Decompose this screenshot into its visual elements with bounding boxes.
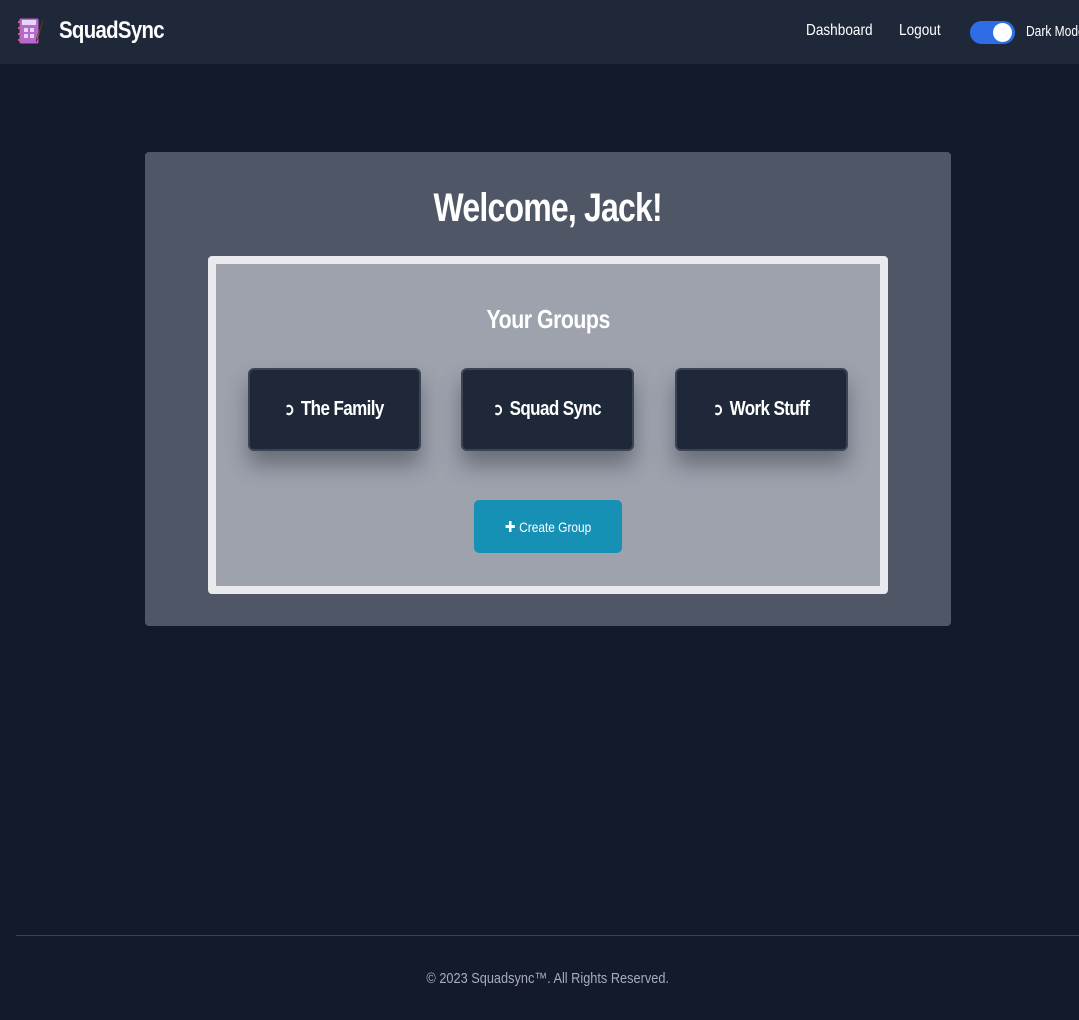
brand-name[interactable]: SquadSync <box>59 17 165 45</box>
dark-mode-label: Dark Mode <box>1026 23 1079 40</box>
groups-heading-text: Your Groups <box>486 304 610 334</box>
arrow-turn-icon <box>286 404 294 415</box>
groups-panel: Your Groups The Family Squad Sync Work S… <box>208 256 888 594</box>
planner-notebook-icon[interactable] <box>16 16 46 46</box>
footer-divider <box>16 935 1079 936</box>
arrow-turn-icon <box>715 404 723 415</box>
footer-copyright: © 2023 Squadsync™. All Rights Reserved. <box>0 970 1079 987</box>
group-label: Work Stuff <box>729 398 810 420</box>
groups-heading: Your Groups <box>216 304 880 335</box>
welcome-heading-text: Welcome, Jack! <box>433 186 663 230</box>
nav-link-dashboard[interactable]: Dashboard <box>806 22 873 40</box>
plus-icon <box>505 521 515 532</box>
welcome-card: Welcome, Jack! Your Groups The Family Sq… <box>145 152 951 626</box>
nav-link-logout[interactable]: Logout <box>899 22 941 40</box>
arrow-turn-icon <box>495 404 503 415</box>
create-group-label: Create Group <box>518 518 591 535</box>
group-button-work-stuff[interactable]: Work Stuff <box>675 368 848 451</box>
group-label: The Family <box>301 398 384 420</box>
group-button-squad-sync[interactable]: Squad Sync <box>461 368 634 451</box>
footer-copyright-text: © 2023 Squadsync™. All Rights Reserved. <box>426 970 670 987</box>
create-group-button[interactable]: Create Group <box>474 500 622 553</box>
top-navbar: SquadSync Dashboard Logout Dark Mode <box>0 0 1079 64</box>
welcome-heading: Welcome, Jack! <box>145 186 951 231</box>
toggle-knob <box>993 23 1012 42</box>
dark-mode-toggle[interactable] <box>970 21 1015 44</box>
group-button-the-family[interactable]: The Family <box>248 368 421 451</box>
group-label: Squad Sync <box>509 398 602 420</box>
